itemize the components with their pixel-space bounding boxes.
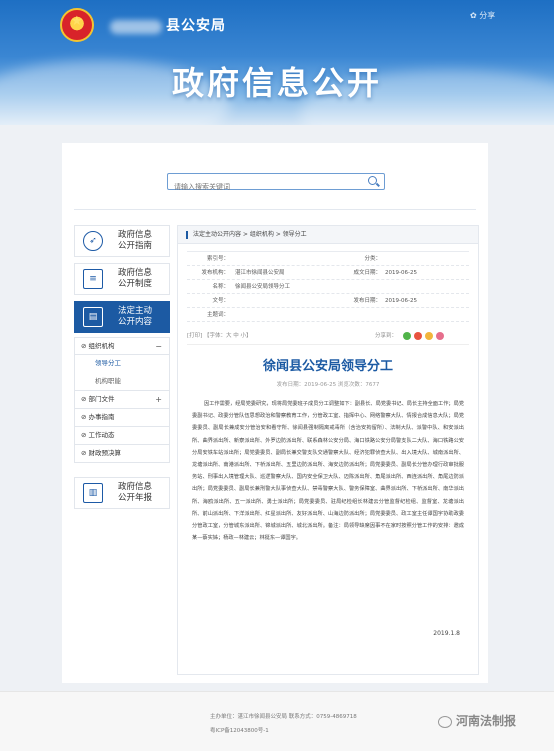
wechat-logo-icon <box>438 715 452 728</box>
national-emblem-icon <box>60 8 94 42</box>
footer: 主办单位：湛江市徐闻县公安局 联系方式：0759-4869718 粤ICP备12… <box>0 691 554 751</box>
collapse-icon[interactable]: − <box>155 338 162 355</box>
breadcrumb: 法定主动公开内容 > 组织机构 > 领导分工 <box>178 226 478 244</box>
more-share-icon[interactable] <box>436 332 444 340</box>
share-label: 分享到： <box>375 333 398 339</box>
subnav-dept-docs[interactable]: ⊘ 部门文件 + <box>74 391 170 409</box>
subnav-org[interactable]: ⊘ 组织机构 − <box>74 337 170 355</box>
print-button[interactable]: [打印] <box>187 333 202 339</box>
divider <box>74 209 476 210</box>
footer-sponsor: 主办单位：湛江市徐闻县公安局 联系方式：0759-4869718 <box>210 714 357 720</box>
sidebar-item-system[interactable]: ≡ 政府信息 公开制度 <box>74 263 170 295</box>
content-area: 法定主动公开内容 > 组织机构 > 领导分工 索引号： 分类： 发布机构： 湛江市… <box>177 225 479 675</box>
wechat-share-icon[interactable] <box>403 332 411 340</box>
search-input[interactable] <box>168 179 358 195</box>
metadata-table: 索引号： 分类： 发布机构： 湛江市徐闻县公安局 成文日期： 2019-06-25 … <box>187 251 469 322</box>
book-icon: ▥ <box>83 483 103 503</box>
font-size-control[interactable]: 【字体：大 中 小】 <box>204 333 252 339</box>
sidebar: ➶ 政府信息 公开指南 ≡ 政府信息 公开制度 ▤ 法定主动 公开内容 ⊘ 组织机构 −… <box>74 225 170 515</box>
footer-icp[interactable]: 粤ICP备12043800号-1 <box>210 726 269 734</box>
main-panel: ➶ 政府信息公开指南 ≡ 政府信息公开制度 ▤ 法定主动公开内容 ⊘ 组织机构−… <box>62 143 488 683</box>
expand-icon[interactable]: + <box>155 391 162 408</box>
subnav-leader[interactable]: 领导分工 <box>74 355 170 373</box>
share-button[interactable]: ✿ 分享 <box>470 10 495 21</box>
sidebar-item-annual-report[interactable]: ▥ 政府信息 公开年报 <box>74 477 170 509</box>
document-list-icon: ≡ <box>83 269 103 289</box>
watermark: 河南法制报 <box>438 712 516 729</box>
article-date: 2019.1.8 <box>433 630 460 637</box>
subnav-finance[interactable]: ⊘ 财政预决算 <box>74 445 170 463</box>
compass-icon: ➶ <box>83 231 103 251</box>
subnav-work[interactable]: ⊘ 工作动态 <box>74 427 170 445</box>
qzone-share-icon[interactable] <box>425 332 433 340</box>
sidebar-item-guide[interactable]: ➶ 政府信息 公开指南 <box>74 225 170 257</box>
file-icon: ▤ <box>83 307 103 327</box>
sidebar-item-statutory-content[interactable]: ▤ 法定主动 公开内容 <box>74 301 170 333</box>
subnav-affairs[interactable]: ⊘ 办事指南 <box>74 409 170 427</box>
header-banner: 县公安局 ✿ 分享 政府信息公开 <box>0 0 554 125</box>
subnav-org-setup[interactable]: 机构职能 <box>74 373 170 391</box>
search-icon[interactable] <box>368 176 377 185</box>
article-info: 发布日期：2019-06-25 浏览次数：7677 <box>276 382 380 388</box>
article-body: 因工作需要，经局党委研究，现将局党委班子成员分工调整如下：副县长、局党委书记、局… <box>192 401 464 542</box>
sidebar-subnav: ⊘ 组织机构 − 领导分工 机构职能 ⊘ 部门文件 + ⊘ 办事指南 ⊘ 工作动态 … <box>74 337 170 463</box>
blurred-region-name <box>110 20 162 34</box>
weibo-share-icon[interactable] <box>414 332 422 340</box>
site-title[interactable]: 县公安局 <box>166 15 226 35</box>
hero-title: 政府信息公开 <box>171 64 382 102</box>
article-title: 徐闻县公安局领导分工 <box>262 359 393 374</box>
search-box[interactable] <box>167 173 385 195</box>
article-toolbar: [打印] 【字体：大 中 小】 分享到： <box>187 327 469 345</box>
